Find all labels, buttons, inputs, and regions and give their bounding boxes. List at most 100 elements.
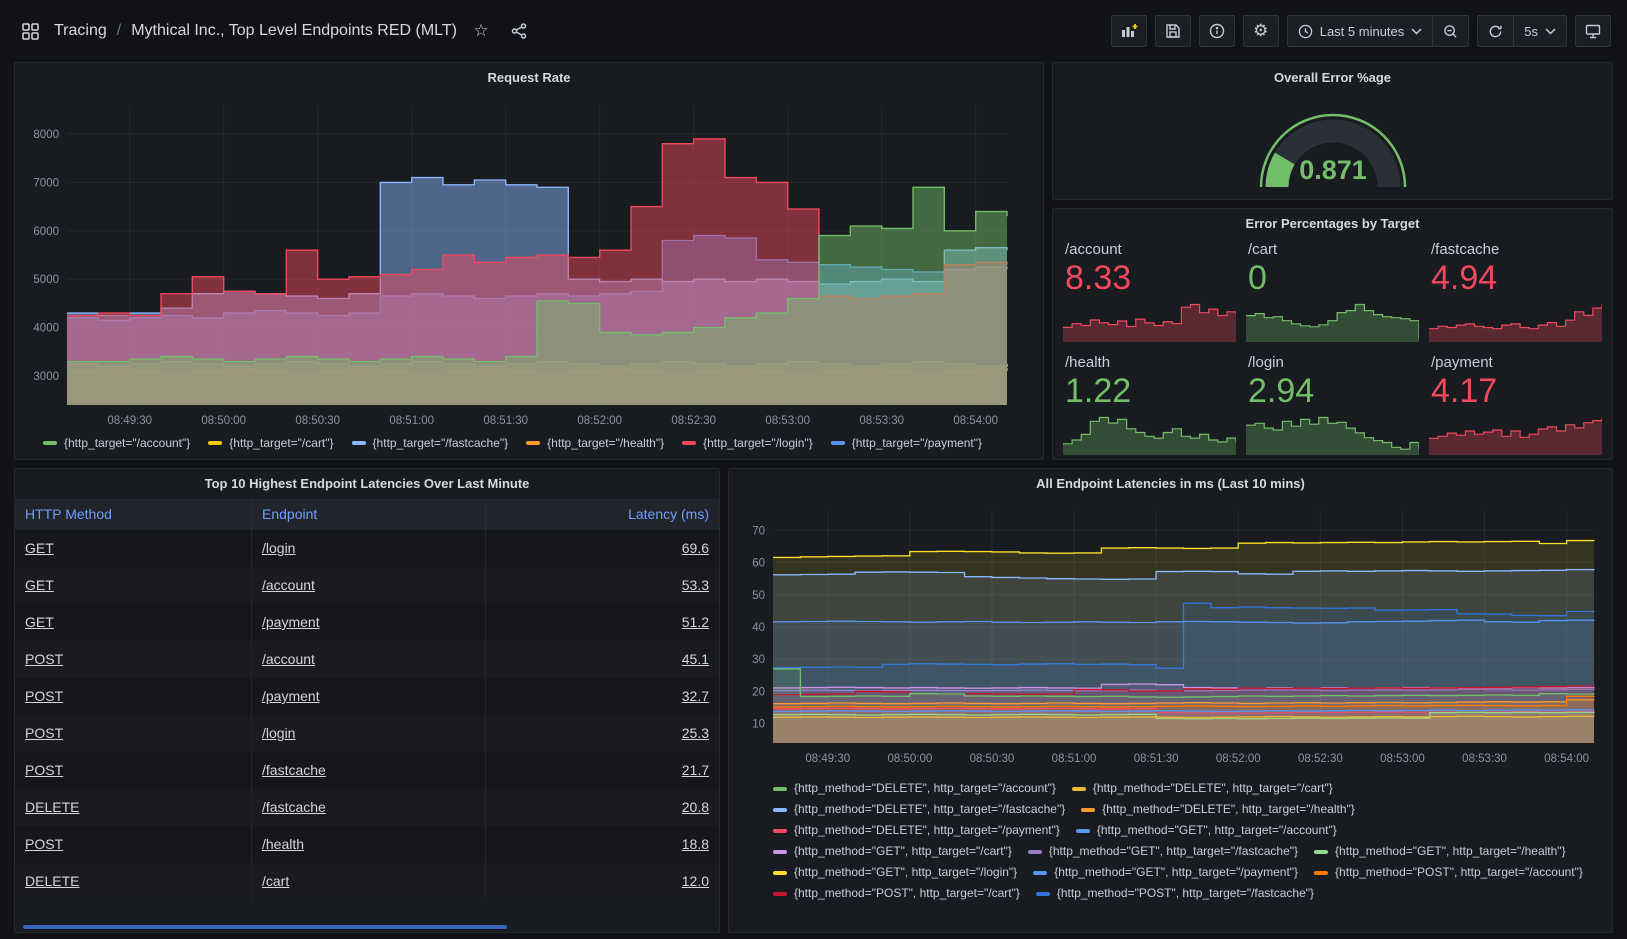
panel-title[interactable]: Request Rate xyxy=(15,63,1043,91)
stat-label: /fastcache xyxy=(1429,239,1602,258)
panel-title[interactable]: Overall Error %age xyxy=(1053,63,1612,91)
y-axis-label: 20 xyxy=(752,686,765,698)
latency-link[interactable]: 51.2 xyxy=(682,614,709,630)
endpoint-link[interactable]: /payment xyxy=(262,614,320,630)
legend-item[interactable]: {http_method="GET", http_target="/health… xyxy=(1314,841,1566,862)
endpoint-link[interactable]: /account xyxy=(262,577,315,593)
endpoint-link[interactable]: /payment xyxy=(262,688,320,704)
x-axis-label: 08:51:30 xyxy=(1134,753,1179,765)
table-row: GET/login 69.6 xyxy=(15,530,719,567)
legend-item[interactable]: {http_target="/cart"} xyxy=(208,436,333,450)
latency-link[interactable]: 18.8 xyxy=(682,836,709,852)
time-range-picker[interactable]: Last 5 minutes xyxy=(1288,16,1433,46)
method-link[interactable]: POST xyxy=(25,836,63,852)
latency-link[interactable]: 25.3 xyxy=(682,725,709,741)
legend-item[interactable]: {http_target="/account"} xyxy=(43,436,190,450)
save-dashboard-icon[interactable] xyxy=(1155,15,1191,47)
legend-item[interactable]: {http_method="DELETE", http_target="/acc… xyxy=(773,778,1056,799)
latency-link[interactable]: 21.7 xyxy=(682,762,709,778)
endpoint-link[interactable]: /login xyxy=(262,540,295,556)
dashboard-insights-icon[interactable] xyxy=(1199,15,1235,47)
star-icon[interactable]: ☆ xyxy=(467,17,495,45)
table-cell: /health xyxy=(251,826,485,863)
method-link[interactable]: DELETE xyxy=(25,799,79,815)
table-cell: 18.8 xyxy=(485,826,719,863)
panel-title[interactable]: All Endpoint Latencies in ms (Last 10 mi… xyxy=(729,469,1612,497)
table-row: POST/login 25.3 xyxy=(15,715,719,752)
legend-item[interactable]: {http_target="/payment"} xyxy=(831,436,982,450)
latency-link[interactable]: 53.3 xyxy=(682,577,709,593)
endpoint-link[interactable]: /fastcache xyxy=(262,762,326,778)
breadcrumb: Tracing / Mythical Inc., Top Level Endpo… xyxy=(16,17,533,45)
refresh-button[interactable] xyxy=(1478,16,1513,46)
column-header-endpoint[interactable]: Endpoint xyxy=(251,499,485,530)
legend-item[interactable]: {http_target="/fastcache"} xyxy=(352,436,509,450)
zoom-out-time-button[interactable] xyxy=(1432,16,1468,46)
method-link[interactable]: DELETE xyxy=(25,873,79,889)
stat-label: /account xyxy=(1063,239,1236,258)
endpoint-link[interactable]: /login xyxy=(262,725,295,741)
legend-item[interactable]: {http_target="/login"} xyxy=(682,436,813,450)
add-panel-button[interactable] xyxy=(1111,15,1147,47)
legend-swatch xyxy=(773,829,787,833)
method-link[interactable]: POST xyxy=(25,688,63,704)
breadcrumb-section[interactable]: Tracing xyxy=(54,22,107,40)
latency-link[interactable]: 32.7 xyxy=(682,688,709,704)
table-horizontal-scrollbar[interactable] xyxy=(23,925,507,929)
request-rate-chart[interactable]: 30004000500060007000800008:49:3008:50:00… xyxy=(15,91,1041,431)
latency-link[interactable]: 20.8 xyxy=(682,799,709,815)
latency-link[interactable]: 69.6 xyxy=(682,540,709,556)
method-link[interactable]: POST xyxy=(25,762,63,778)
legend-swatch xyxy=(1072,787,1086,791)
legend-swatch xyxy=(1028,850,1042,854)
legend-item[interactable]: {http_method="GET", http_target="/cart"} xyxy=(773,841,1012,862)
x-axis-label: 08:53:00 xyxy=(1380,753,1425,765)
share-icon[interactable] xyxy=(505,17,533,45)
apps-grid-icon[interactable] xyxy=(16,17,44,45)
column-header-latency[interactable]: Latency (ms) xyxy=(485,499,719,530)
latency-link[interactable]: 12.0 xyxy=(682,873,709,889)
legend-swatch xyxy=(352,441,366,445)
method-link[interactable]: GET xyxy=(25,614,54,630)
legend-item[interactable]: {http_method="GET", http_target="/login"… xyxy=(773,862,1017,883)
panel-title[interactable]: Top 10 Highest Endpoint Latencies Over L… xyxy=(15,469,719,497)
dashboard-settings-icon[interactable]: ⚙ xyxy=(1243,15,1279,47)
latencies-chart[interactable]: 1020304050607008:49:3008:50:0008:50:3008… xyxy=(729,497,1610,769)
x-axis-label: 08:52:30 xyxy=(671,415,716,427)
legend-row: {http_method="DELETE", http_target="/acc… xyxy=(729,778,1612,799)
endpoint-link[interactable]: /cart xyxy=(262,873,289,889)
legend-item[interactable]: {http_method="GET", http_target="/paymen… xyxy=(1033,862,1298,883)
kiosk-mode-icon[interactable] xyxy=(1575,15,1611,47)
method-link[interactable]: GET xyxy=(25,540,54,556)
legend-item[interactable]: {http_method="POST", http_target="/accou… xyxy=(1314,862,1583,883)
table-cell: 32.7 xyxy=(485,678,719,715)
method-link[interactable]: POST xyxy=(25,651,63,667)
stat-label: /health xyxy=(1063,352,1236,371)
x-axis-label: 08:51:30 xyxy=(483,415,528,427)
legend-item[interactable]: {http_method="DELETE", http_target="/hea… xyxy=(1081,799,1355,820)
legend-item[interactable]: {http_method="GET", http_target="/accoun… xyxy=(1076,820,1337,841)
grafana-dashboard: Tracing / Mythical Inc., Top Level Endpo… xyxy=(0,0,1627,939)
legend-item[interactable]: {http_method="GET", http_target="/fastca… xyxy=(1028,841,1298,862)
legend-item[interactable]: {http_target="/health"} xyxy=(526,436,664,450)
method-link[interactable]: GET xyxy=(25,577,54,593)
method-link[interactable]: POST xyxy=(25,725,63,741)
endpoint-link[interactable]: /health xyxy=(262,836,304,852)
y-axis-label: 7000 xyxy=(33,177,59,189)
legend-item[interactable]: {http_method="POST", http_target="/cart"… xyxy=(773,883,1020,904)
table-cell: POST xyxy=(15,752,251,789)
legend-item[interactable]: {http_method="DELETE", http_target="/fas… xyxy=(773,799,1065,820)
stat-label: /login xyxy=(1246,352,1419,371)
panel-title[interactable]: Error Percentages by Target xyxy=(1053,209,1612,237)
dashboard-title[interactable]: Mythical Inc., Top Level Endpoints RED (… xyxy=(131,22,457,40)
table-cell: /fastcache xyxy=(251,752,485,789)
table-cell: 20.8 xyxy=(485,789,719,826)
latency-link[interactable]: 45.1 xyxy=(682,651,709,667)
endpoint-link[interactable]: /account xyxy=(262,651,315,667)
legend-item[interactable]: {http_method="POST", http_target="/fastc… xyxy=(1036,883,1314,904)
refresh-interval-picker[interactable]: 5s xyxy=(1513,16,1566,46)
column-header-method[interactable]: HTTP Method xyxy=(15,499,251,530)
legend-item[interactable]: {http_method="DELETE", http_target="/pay… xyxy=(773,820,1060,841)
endpoint-link[interactable]: /fastcache xyxy=(262,799,326,815)
legend-item[interactable]: {http_method="DELETE", http_target="/car… xyxy=(1072,778,1333,799)
